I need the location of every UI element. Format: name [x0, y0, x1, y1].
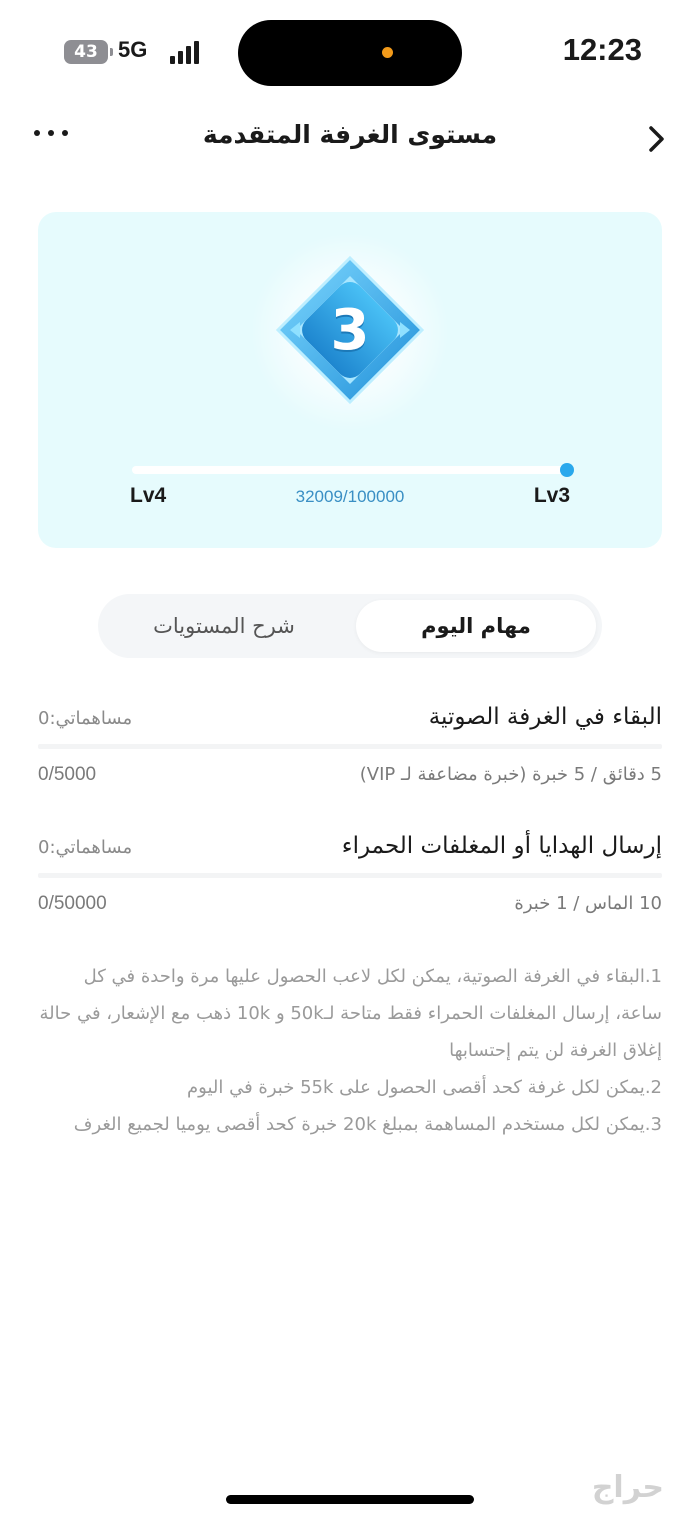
badge-level-number: 3	[330, 298, 370, 363]
note-item: 3.يمكن لكل مستخدم المساهمة بمبلغ 20k خبر…	[73, 1114, 662, 1135]
level-badge: 3	[270, 252, 430, 412]
home-indicator[interactable]	[226, 1495, 474, 1504]
level-card: 3 Lv4 32009/100000 Lv3	[38, 212, 662, 548]
level-progress-fill	[428, 463, 574, 477]
task-item: البقاء في الغرفة الصوتية مساهماتي:0 5 دق…	[38, 704, 662, 814]
header: مستوى الغرفة المتقدمة	[0, 110, 700, 166]
tab-levels-explanation[interactable]: شرح المستويات	[104, 600, 344, 652]
task-item: إرسال الهدايا أو المغلفات الحمراء مساهما…	[38, 833, 662, 943]
level-progress-bar	[132, 463, 574, 477]
note-item: 1.البقاء في الغرفة الصوتية، يمكن لكل لاع…	[39, 966, 663, 1061]
rules-notes: 1.البقاء في الغرفة الصوتية، يمكن لكل لاع…	[38, 958, 663, 1143]
tab-today-tasks[interactable]: مهام اليوم	[356, 600, 596, 652]
dynamic-island	[238, 20, 462, 86]
back-arrow-icon[interactable]	[644, 124, 670, 154]
task-divider	[38, 744, 662, 749]
task-count: 0/5000	[38, 764, 97, 785]
page-title: مستوى الغرفة المتقدمة	[202, 120, 498, 149]
progress-indicator-dot	[560, 463, 574, 477]
network-type: 5G	[118, 37, 148, 62]
signal-icon	[170, 40, 200, 64]
task-rule: 10 الماس / 1 خبرة	[514, 893, 662, 914]
tab-bar: مهام اليوم شرح المستويات	[98, 594, 602, 658]
status-bar: 43 5G 12:23	[0, 0, 700, 100]
task-rule: 5 دقائق / 5 خبرة (خبرة مضاعفة لـ VIP)	[359, 764, 662, 785]
current-level-label: Lv3	[533, 484, 570, 507]
privacy-indicator-icon	[382, 47, 393, 58]
task-contribution: مساهماتي:0	[38, 708, 133, 729]
note-item: 2.يمكن لكل غرفة كحد أقصى الحصول على 55k …	[187, 1077, 662, 1098]
task-divider	[38, 873, 662, 878]
status-time: 12:23	[562, 32, 642, 67]
task-title: البقاء في الغرفة الصوتية	[428, 704, 662, 730]
task-count: 0/50000	[38, 893, 107, 914]
task-title: إرسال الهدايا أو المغلفات الحمراء	[341, 833, 662, 859]
task-contribution: مساهماتي:0	[38, 837, 133, 858]
watermark-logo: حراج	[591, 1470, 664, 1505]
battery-indicator: 43	[64, 40, 113, 64]
